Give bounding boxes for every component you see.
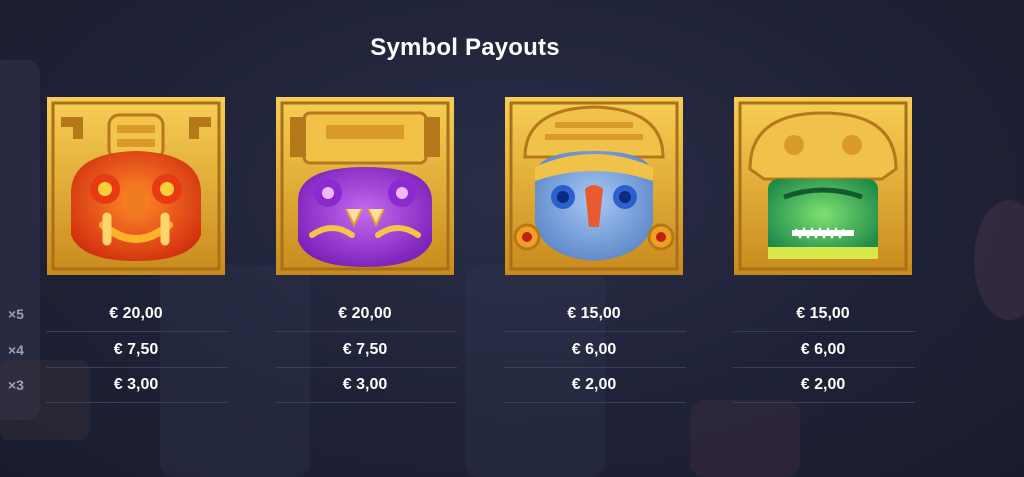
- row-divider: [733, 402, 915, 403]
- row-divider: [275, 402, 457, 403]
- row-divider: [733, 331, 915, 332]
- multiplier-label: ×3: [8, 377, 24, 393]
- row-divider: [46, 367, 228, 368]
- payout-value: € 6,00: [571, 341, 617, 358]
- green-mask-icon: [734, 97, 912, 275]
- row-divider: [275, 331, 457, 332]
- payout-value: € 6,00: [800, 341, 846, 358]
- paytable-screen: Symbol Payouts ×5 ×4 ×3 € 20,00 € 20,00 …: [0, 0, 1024, 477]
- blue-mask-icon: [505, 97, 683, 275]
- purple-mask-icon: [276, 97, 454, 275]
- page-title: Symbol Payouts: [370, 34, 560, 61]
- payout-value: € 2,00: [571, 376, 617, 393]
- background-decoration: [0, 360, 90, 440]
- row-divider: [46, 331, 228, 332]
- payout-value: € 20,00: [109, 305, 163, 322]
- row-divider: [504, 402, 686, 403]
- row-divider: [504, 331, 686, 332]
- multiplier-label: ×4: [8, 342, 24, 358]
- payout-value: € 7,50: [342, 341, 388, 358]
- payout-value: € 15,00: [567, 305, 621, 322]
- background-decoration: [465, 265, 605, 477]
- row-divider: [275, 367, 457, 368]
- payout-value: € 3,00: [113, 376, 159, 393]
- row-divider: [504, 367, 686, 368]
- payout-value: € 7,50: [113, 341, 159, 358]
- background-decoration: [160, 265, 310, 477]
- payout-value: € 2,00: [800, 376, 846, 393]
- row-divider: [46, 402, 228, 403]
- payout-value: € 15,00: [796, 305, 850, 322]
- multiplier-label: ×5: [8, 306, 24, 322]
- payout-value: € 3,00: [342, 376, 388, 393]
- background-decoration: [690, 400, 800, 477]
- red-mask-icon: [47, 97, 225, 275]
- background-decoration: [974, 200, 1024, 320]
- payout-value: € 20,00: [338, 305, 392, 322]
- row-divider: [733, 367, 915, 368]
